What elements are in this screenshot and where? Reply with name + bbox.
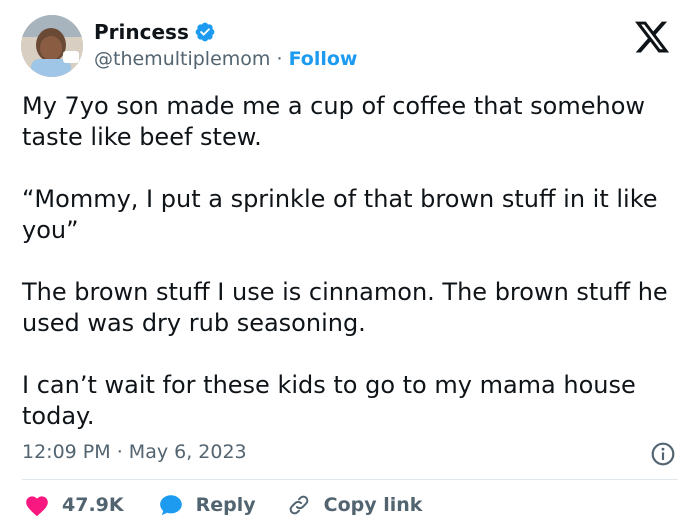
author-name-row: Princess	[94, 20, 216, 44]
author-handle-row: @themultiplemom · Follow	[94, 48, 357, 70]
link-icon	[286, 493, 312, 517]
timestamp-separator: ·	[116, 441, 123, 463]
copy-link-label: Copy link	[323, 494, 423, 516]
reply-label: Reply	[195, 494, 256, 516]
tweet-text: My 7yo son made me a cup of coffee that …	[22, 91, 682, 432]
tweet-paragraph: I can’t wait for these kids to go to my …	[22, 371, 636, 430]
copy-link-button[interactable]: Copy link	[286, 493, 423, 517]
tweet-card: Princess @themultiplemom · Follow My 7yo…	[0, 0, 700, 532]
tweet-time: 12:09 PM	[22, 441, 111, 463]
like-count: 47.9K	[62, 494, 124, 516]
info-icon[interactable]	[650, 441, 676, 467]
author-name[interactable]: Princess	[94, 20, 189, 44]
verified-badge-icon	[194, 21, 216, 43]
tweet-paragraph: “Mommy, I put a sprinkle of that brown s…	[22, 185, 658, 244]
x-logo-icon[interactable]	[632, 18, 672, 56]
avatar-photo	[21, 15, 83, 77]
reply-button[interactable]: Reply	[158, 493, 256, 517]
divider	[22, 479, 678, 480]
tweet-timestamp[interactable]: 12:09 PM · May 6, 2023	[22, 441, 247, 463]
tweet-paragraph: The brown stuff I use is cinnamon. The b…	[22, 278, 668, 337]
handle-separator: ·	[276, 48, 283, 70]
tweet-paragraph: My 7yo son made me a cup of coffee that …	[22, 92, 646, 151]
speech-bubble-icon	[158, 493, 184, 517]
tweet-actions: 47.9K Reply Copy link	[24, 491, 422, 519]
author-handle[interactable]: @themultiplemom	[94, 48, 270, 70]
heart-icon	[24, 493, 50, 517]
tweet-date: May 6, 2023	[128, 441, 247, 463]
like-button[interactable]: 47.9K	[24, 493, 124, 517]
avatar[interactable]	[21, 15, 83, 77]
follow-button[interactable]: Follow	[289, 48, 358, 70]
